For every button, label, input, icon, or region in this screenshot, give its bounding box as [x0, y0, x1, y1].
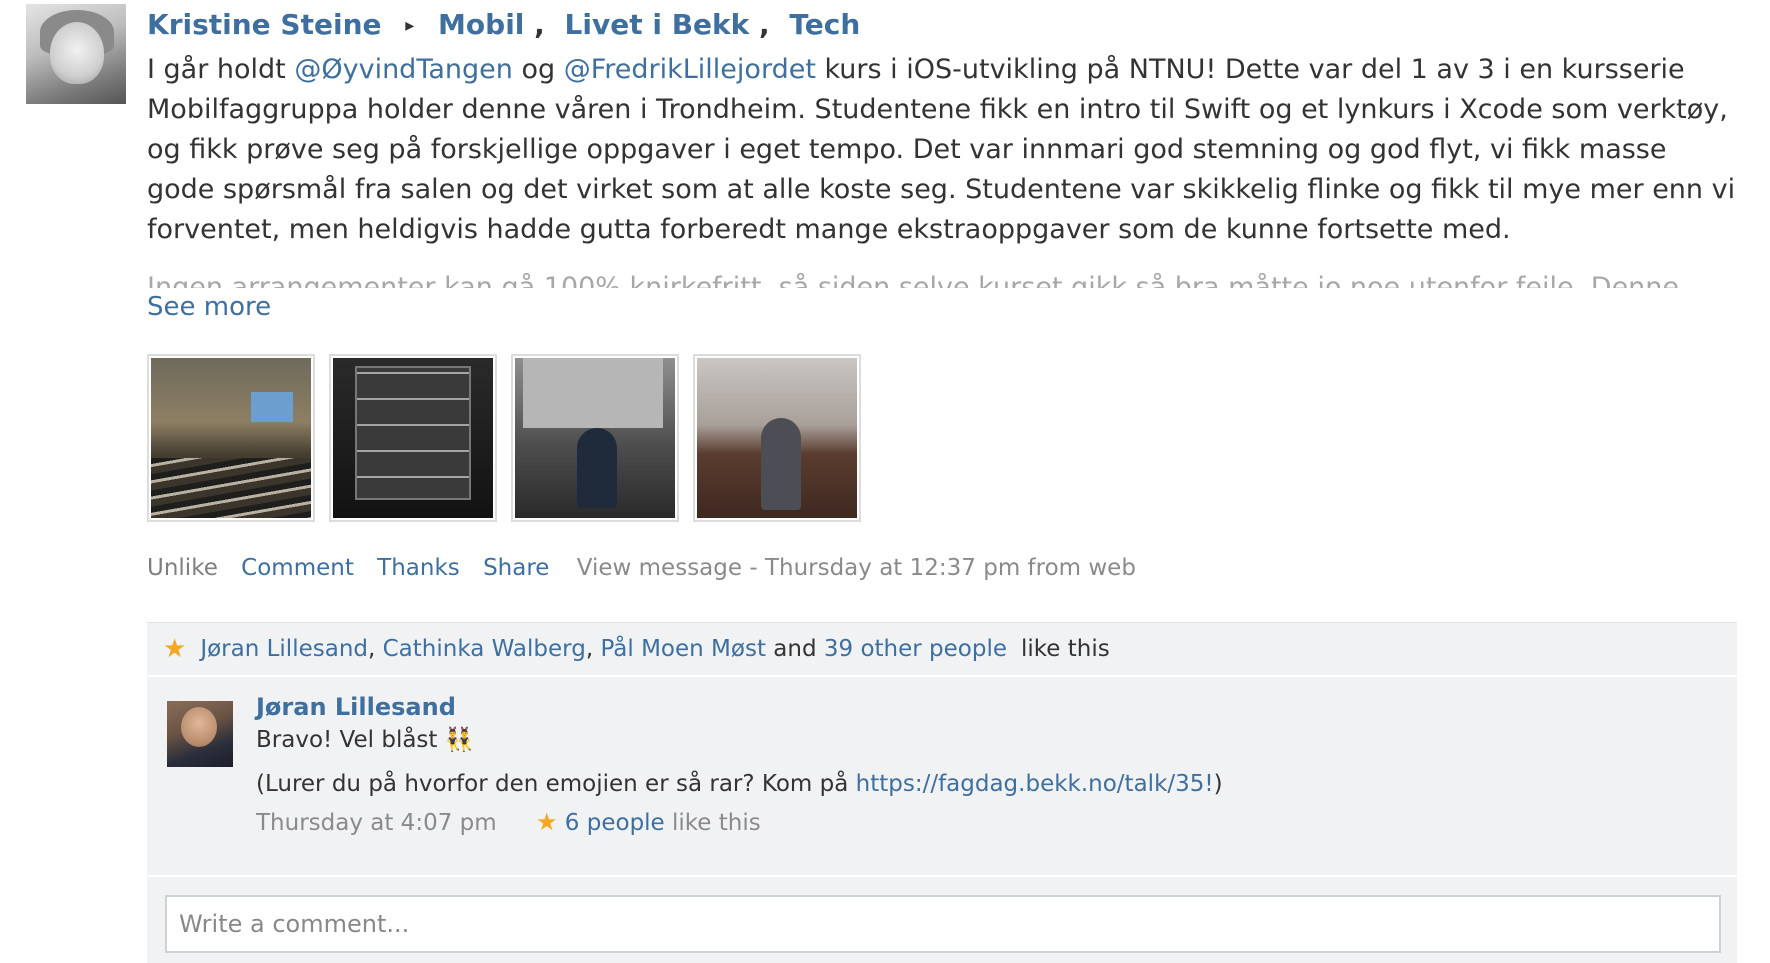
- view-message-link[interactable]: View message - Thursday at 12:37 pm from…: [577, 555, 1136, 581]
- group-link-livet-i-bekk[interactable]: Livet i Bekk: [565, 8, 750, 41]
- liker-link[interactable]: Jøran Lillesand: [200, 636, 368, 662]
- image-thumbnail-speaker-2[interactable]: [693, 354, 861, 522]
- see-more-link[interactable]: See more: [147, 290, 271, 324]
- unlike-button[interactable]: Unlike: [147, 555, 218, 581]
- comment-text-line-2: (Lurer du på hvorfor den emojien er så r…: [256, 771, 1223, 797]
- liker-link[interactable]: Cathinka Walberg: [383, 636, 586, 662]
- comment-meta: Thursday at 4:07 pm ★ 6 people like this: [256, 808, 761, 836]
- share-button[interactable]: Share: [483, 555, 549, 581]
- post: Kristine Steine ▸ Mobil , Livet i Bekk ,…: [147, 0, 1737, 588]
- author-link[interactable]: Kristine Steine: [147, 8, 382, 41]
- comment-item: Jøran Lillesand Bravo! Vel blåst 👯‍♂ (Lu…: [147, 677, 1737, 875]
- liker-link[interactable]: Pål Moen Møst: [600, 636, 766, 662]
- commenter-name-link[interactable]: Jøran Lillesand: [256, 693, 456, 721]
- comment-timestamp[interactable]: Thursday at 4:07 pm: [256, 810, 497, 836]
- post-body-truncated: Ingen arrangementer kan gå 100% knirkefr…: [147, 272, 1680, 288]
- likes-summary: ★ Jøran Lillesand, Cathinka Walberg, Pål…: [147, 623, 1737, 677]
- comment-button[interactable]: Comment: [241, 555, 354, 581]
- group-link-mobil[interactable]: Mobil: [438, 8, 524, 41]
- comment-text: Bravo! Vel blåst 👯‍♂: [256, 727, 474, 753]
- star-icon: ★: [163, 634, 187, 664]
- commenter-avatar[interactable]: [167, 701, 233, 767]
- reactions-panel: ★ Jøran Lillesand, Cathinka Walberg, Pål…: [147, 622, 1737, 963]
- post-body: I går holdt @ØyvindTangen og @FredrikLil…: [147, 54, 1736, 245]
- mention-oyvind[interactable]: @ØyvindTangen: [294, 54, 513, 85]
- comment-likes-link[interactable]: 6 people: [565, 810, 665, 836]
- mention-fredrik[interactable]: @FredrikLillejordet: [564, 54, 816, 85]
- author-avatar[interactable]: [26, 4, 126, 104]
- star-icon: ★: [535, 808, 558, 836]
- separator-arrow-icon: ▸: [405, 15, 415, 36]
- image-thumbnail-slide[interactable]: [329, 354, 497, 522]
- other-likers-link[interactable]: 39 other people: [824, 636, 1007, 662]
- image-thumbnail-speaker-1[interactable]: [511, 354, 679, 522]
- image-thumbnail-lecture-hall[interactable]: [147, 354, 315, 522]
- write-comment-input[interactable]: [165, 895, 1721, 953]
- comment-url-link[interactable]: https://fagdag.bekk.no/talk/35!: [856, 771, 1214, 797]
- post-actions: Unlike Comment Thanks Share View message…: [147, 548, 1737, 588]
- image-attachments: [147, 354, 1737, 522]
- group-link-tech[interactable]: Tech: [789, 8, 860, 41]
- comment-composer: [147, 875, 1737, 963]
- post-header: Kristine Steine ▸ Mobil , Livet i Bekk ,…: [147, 8, 861, 41]
- thanks-button[interactable]: Thanks: [377, 555, 460, 581]
